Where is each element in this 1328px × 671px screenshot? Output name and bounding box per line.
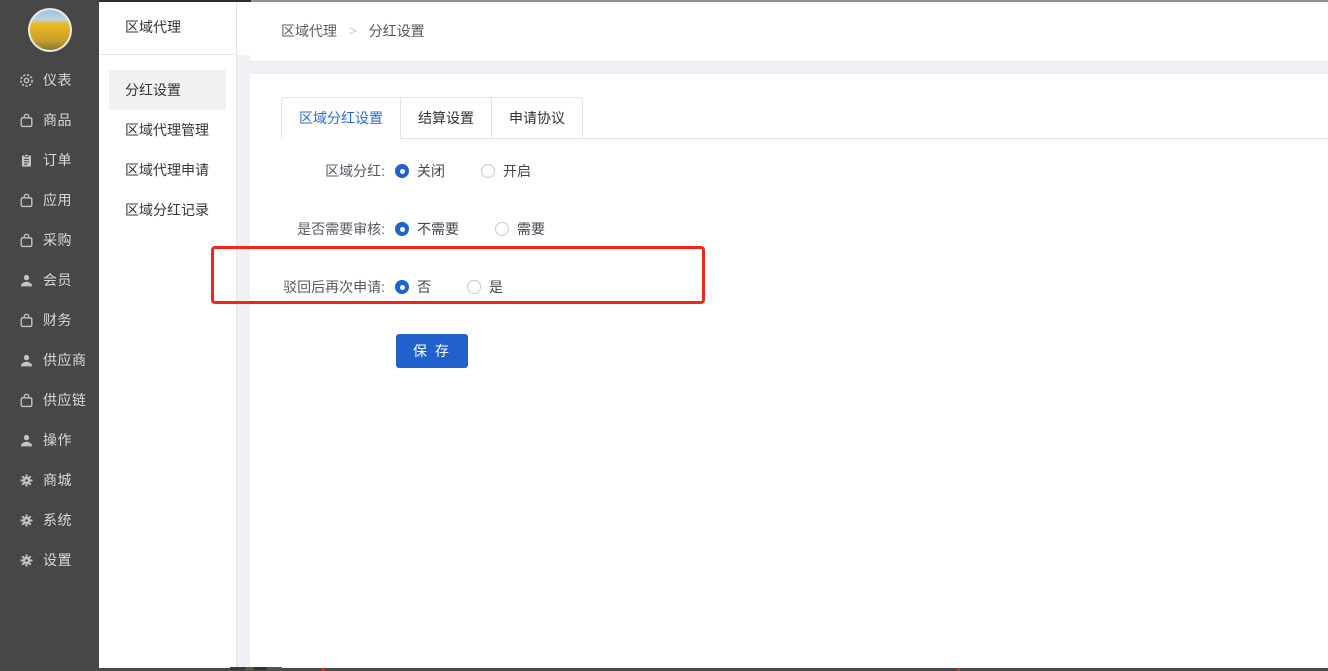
sidebar-item-label: 应用: [43, 190, 72, 210]
sidebar-item-apps[interactable]: 应用: [0, 180, 99, 220]
submenu-item-agent-management[interactable]: 区域代理管理: [109, 110, 226, 150]
breadcrumb: 区域代理 > 分红设置: [250, 0, 1328, 62]
submenu-title: 区域代理: [99, 0, 236, 55]
sidebar-item-label: 系统: [43, 510, 72, 530]
gear-icon: [19, 473, 34, 488]
gear-icon: [19, 513, 34, 528]
sidebar-item-label: 财务: [43, 310, 72, 330]
top-edge-line-gray: [251, 0, 1328, 2]
sidebar-item-mall[interactable]: 商城: [0, 460, 99, 500]
sidebar-item-supply-chain[interactable]: 供应链: [0, 380, 99, 420]
sidebar-item-dashboard[interactable]: 仪表: [0, 60, 99, 100]
tab-application-agreement[interactable]: 申请协议: [492, 97, 583, 139]
radio-label: 否: [417, 277, 431, 297]
radio-option-no[interactable]: 否: [395, 277, 431, 297]
tab-bar: 区域分红设置 结算设置 申请协议: [281, 96, 1328, 139]
submenu-item-dividend-settings[interactable]: 分红设置: [109, 70, 226, 110]
form-label: 是否需要审核:: [281, 219, 385, 239]
radio-unchecked-icon: [467, 280, 481, 294]
primary-sidebar: 仪表 商品 订单 应用 采购: [0, 0, 99, 671]
breadcrumb-separator-icon: >: [349, 23, 357, 38]
sidebar-item-goods[interactable]: 商品: [0, 100, 99, 140]
sidebar-item-suppliers[interactable]: 供应商: [0, 340, 99, 380]
sidebar-item-label: 商城: [43, 470, 72, 490]
top-edge-line-dark: [99, 0, 251, 2]
radio-checked-icon: [395, 164, 409, 178]
sidebar-item-label: 商品: [43, 110, 72, 130]
breadcrumb-item[interactable]: 区域代理: [281, 21, 337, 41]
user-icon: [19, 433, 34, 448]
clipboard-icon: [19, 153, 34, 168]
primary-nav: 仪表 商品 订单 应用 采购: [0, 60, 99, 580]
radio-label: 是: [489, 277, 503, 297]
secondary-sidebar: 区域代理 分红设置 区域代理管理 区域代理申请 区域分红记录: [99, 0, 237, 671]
sidebar-item-operations[interactable]: 操作: [0, 420, 99, 460]
sidebar-item-label: 采购: [43, 230, 72, 250]
radio-label: 需要: [517, 219, 545, 239]
app-window: 仪表 商品 订单 应用 采购: [0, 0, 1328, 671]
content-card: 区域分红设置 结算设置 申请协议 区域分红: 关闭 开启: [250, 73, 1328, 671]
sidebar-item-label: 供应链: [43, 390, 87, 410]
sidebar-item-orders[interactable]: 订单: [0, 140, 99, 180]
corner-filler: [237, 0, 250, 55]
sidebar-item-label: 订单: [43, 150, 72, 170]
save-button[interactable]: 保 存: [396, 334, 468, 368]
tab-region-dividend-settings[interactable]: 区域分红设置: [281, 97, 401, 139]
sidebar-item-settings[interactable]: 设置: [0, 540, 99, 580]
main-content: 区域代理 > 分红设置 区域分红设置 结算设置 申请协议 区域分红: 关闭: [237, 0, 1328, 671]
form-row-reapply-after-reject: 驳回后再次申请: 否 是: [281, 276, 1328, 298]
radio-checked-icon: [395, 280, 409, 294]
sidebar-item-label: 设置: [43, 550, 72, 570]
bag-icon: [19, 233, 34, 248]
radio-label: 开启: [503, 161, 531, 181]
user-icon: [19, 273, 34, 288]
bag-icon: [19, 393, 34, 408]
bag-icon: [19, 313, 34, 328]
tab-settlement-settings[interactable]: 结算设置: [401, 97, 492, 139]
user-icon: [19, 353, 34, 368]
sidebar-item-finance[interactable]: 财务: [0, 300, 99, 340]
avatar[interactable]: [28, 8, 72, 52]
submenu-item-dividend-records[interactable]: 区域分红记录: [109, 190, 226, 230]
bottom-edge-speck: [230, 667, 282, 670]
radio-label: 关闭: [417, 161, 445, 181]
form-label: 区域分红:: [281, 161, 385, 181]
sidebar-item-purchase[interactable]: 采购: [0, 220, 99, 260]
sidebar-item-label: 操作: [43, 430, 72, 450]
sidebar-item-label: 供应商: [43, 350, 87, 370]
radio-checked-icon: [395, 222, 409, 236]
sidebar-item-system[interactable]: 系统: [0, 500, 99, 540]
radio-unchecked-icon: [495, 222, 509, 236]
settings-form: 区域分红: 关闭 开启 是否需要审核: 不需要: [281, 160, 1328, 368]
form-row-review-required: 是否需要审核: 不需要 需要: [281, 218, 1328, 240]
radio-option-yes[interactable]: 是: [467, 277, 503, 297]
radio-option-not-required[interactable]: 不需要: [395, 219, 459, 239]
radio-label: 不需要: [417, 219, 459, 239]
submenu-item-agent-application[interactable]: 区域代理申请: [109, 150, 226, 190]
form-row-region-dividend: 区域分红: 关闭 开启: [281, 160, 1328, 182]
radio-option-open[interactable]: 开启: [481, 161, 531, 181]
sidebar-item-members[interactable]: 会员: [0, 260, 99, 300]
sidebar-item-label: 仪表: [43, 70, 72, 90]
bag-icon: [19, 193, 34, 208]
submenu-list: 分红设置 区域代理管理 区域代理申请 区域分红记录: [99, 55, 236, 230]
bag-icon: [19, 113, 34, 128]
gauge-icon: [19, 73, 34, 88]
form-label: 驳回后再次申请:: [281, 277, 385, 297]
radio-option-required[interactable]: 需要: [495, 219, 545, 239]
radio-option-close[interactable]: 关闭: [395, 161, 445, 181]
breadcrumb-item-current: 分红设置: [369, 21, 425, 41]
gear-icon: [19, 553, 34, 568]
sidebar-item-label: 会员: [43, 270, 72, 290]
radio-unchecked-icon: [481, 164, 495, 178]
